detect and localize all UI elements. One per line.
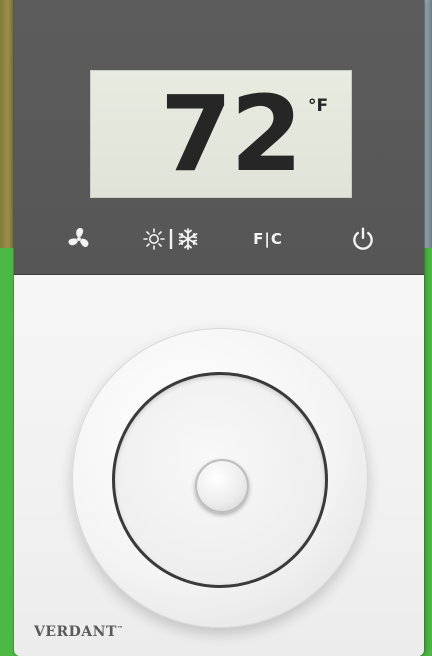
control-panel: 72 °F F|C bbox=[14, 0, 424, 275]
temperature-dial[interactable] bbox=[72, 328, 368, 628]
dial-center-button[interactable] bbox=[195, 459, 249, 513]
power-button[interactable] bbox=[348, 224, 378, 254]
brand-trademark: ™ bbox=[116, 625, 124, 633]
thermostat-device: 72 °F F|C VERDANT™ bbox=[14, 0, 424, 656]
power-icon bbox=[353, 227, 373, 250]
fan-icon bbox=[68, 228, 89, 248]
sun-snowflake-icon bbox=[143, 228, 198, 250]
mode-button[interactable] bbox=[142, 224, 204, 254]
temperature-value: 72 bbox=[160, 73, 303, 195]
fan-button[interactable] bbox=[64, 224, 94, 254]
brand-name: VERDANT bbox=[34, 624, 117, 640]
unit-toggle-label: F|C bbox=[253, 230, 283, 248]
unit-toggle-button[interactable]: F|C bbox=[248, 224, 288, 254]
lcd-display: 72 °F bbox=[90, 70, 352, 198]
dial-ring bbox=[112, 372, 328, 588]
temperature-unit: °F bbox=[308, 96, 329, 116]
device-body: VERDANT™ bbox=[14, 275, 424, 656]
brand-logo: VERDANT™ bbox=[34, 624, 123, 640]
